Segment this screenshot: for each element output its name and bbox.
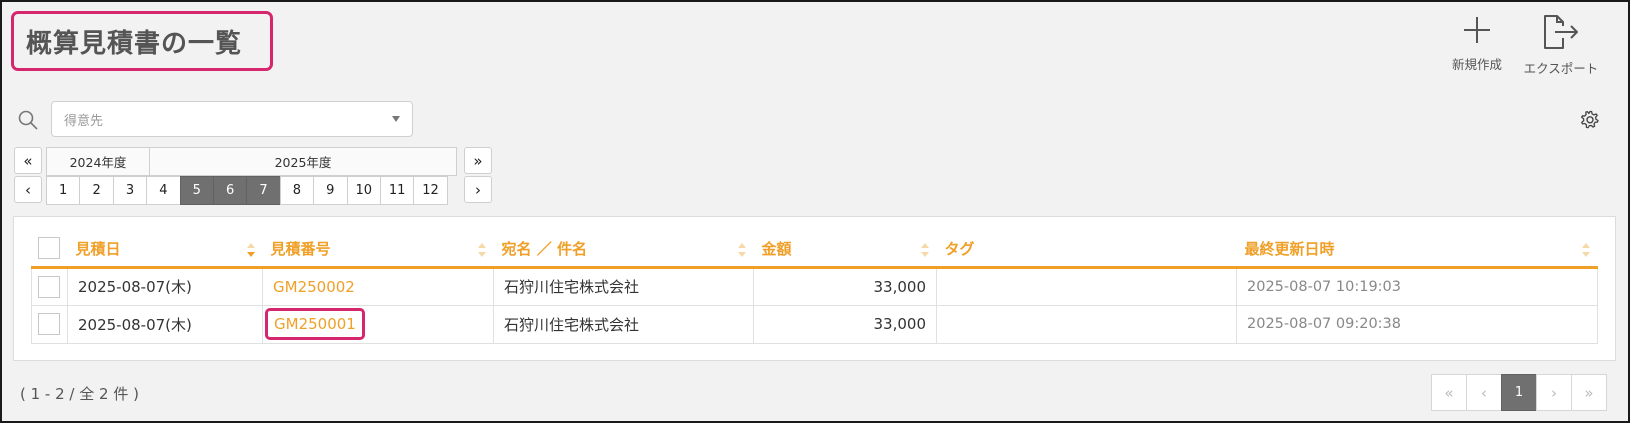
column-header-date[interactable]: 見積日 [67, 231, 263, 269]
sort-icon [737, 243, 746, 257]
month-cell-6[interactable]: 6 [212, 176, 248, 205]
month-cell-2[interactable]: 2 [79, 176, 114, 205]
export-button-label: エクスポート [1523, 61, 1599, 76]
cell-number: GM250001 [262, 304, 494, 344]
year-row: 2024年度 2025年度 [46, 147, 457, 176]
month-cell-10[interactable]: 10 [346, 176, 381, 205]
month-row: 1 2 3 4 5 6 7 8 9 10 11 12 [46, 176, 448, 205]
cell-recipient: 石狩川住宅株式会社 [493, 304, 754, 344]
column-header-tag[interactable]: タグ [936, 231, 1237, 269]
table-row[interactable]: 2025-08-07(木) GM250002 石狩川住宅株式会社 33,000 … [31, 266, 1598, 306]
column-header-number[interactable]: 見積番号 [262, 231, 494, 269]
column-header-updated[interactable]: 最終更新日時 [1236, 231, 1598, 269]
estimates-table: 見積日 見積番号 宛名 ／ 件名 金額 タグ 最終更新日時 2025-08-07… [31, 231, 1598, 344]
cell-number: GM250002 [262, 266, 494, 306]
pagination: « ‹ 1 › » [1431, 374, 1607, 411]
month-cell-11[interactable]: 11 [379, 176, 415, 205]
month-cell-1[interactable]: 1 [46, 176, 81, 205]
table-row[interactable]: 2025-08-07(木) GM250001 石狩川住宅株式会社 33,000 … [31, 304, 1598, 344]
prev-month-button[interactable]: ‹ [14, 176, 42, 203]
column-header-amount[interactable]: 金額 [753, 231, 937, 269]
estimate-number-link[interactable]: GM250002 [273, 278, 355, 296]
new-button-label: 新規作成 [1451, 57, 1502, 72]
sort-icon [246, 243, 255, 257]
caret-down-icon [392, 116, 400, 122]
month-cell-5[interactable]: 5 [179, 176, 214, 205]
search-icon [18, 110, 38, 130]
month-cell-4[interactable]: 4 [146, 176, 181, 205]
cell-tag [936, 304, 1237, 344]
estimate-number-link[interactable]: GM250001 [274, 315, 356, 333]
cell-amount: 33,000 [753, 304, 937, 344]
cell-date: 2025-08-07(木) [67, 266, 263, 306]
select-all-checkbox[interactable] [37, 237, 60, 260]
cell-tag [936, 266, 1237, 306]
sort-icon [477, 243, 486, 257]
month-cell-3[interactable]: 3 [112, 176, 148, 205]
cell-date: 2025-08-07(木) [67, 304, 263, 344]
table-header-row: 見積日 見積番号 宛名 ／ 件名 金額 タグ 最終更新日時 [31, 231, 1598, 269]
prev-page-button[interactable]: ‹ [1466, 374, 1502, 411]
next-month-button[interactable]: › [464, 176, 492, 203]
cell-recipient: 石狩川住宅株式会社 [493, 266, 754, 306]
highlight-box: GM250001 [265, 308, 365, 340]
new-button[interactable]: 新規作成 [1447, 14, 1507, 73]
export-button[interactable]: エクスポート [1518, 14, 1604, 77]
estimates-table-panel: 見積日 見積番号 宛名 ／ 件名 金額 タグ 最終更新日時 2025-08-07… [13, 216, 1616, 361]
next-year-button[interactable]: » [464, 147, 492, 174]
sort-icon [920, 243, 929, 257]
first-page-button[interactable]: « [1431, 374, 1467, 411]
page-title: 概算見積書の一覧 [26, 28, 243, 59]
select-all-checkbox-cell [31, 231, 68, 269]
month-cell-9[interactable]: 9 [313, 176, 348, 205]
month-cell-8[interactable]: 8 [279, 176, 315, 205]
prev-year-button[interactable]: « [14, 147, 42, 174]
page-title-box: 概算見積書の一覧 [11, 11, 273, 71]
export-icon [1544, 15, 1578, 49]
row-checkbox[interactable] [38, 313, 60, 335]
cell-updated: 2025-08-07 10:19:03 [1236, 266, 1598, 306]
month-cell-12[interactable]: 12 [413, 176, 448, 205]
result-count: ( 1 - 2 / 全 2 件 ) [20, 385, 139, 403]
month-cell-7[interactable]: 7 [246, 176, 281, 205]
cell-amount: 33,000 [753, 266, 937, 306]
page-1-button[interactable]: 1 [1501, 374, 1537, 411]
row-checkbox-cell [31, 304, 68, 344]
year-2025[interactable]: 2025年度 [149, 147, 457, 176]
gear-icon[interactable] [1580, 110, 1600, 130]
customer-select-placeholder: 得意先 [64, 113, 104, 129]
next-page-button[interactable]: › [1536, 374, 1572, 411]
column-header-recipient[interactable]: 宛名 ／ 件名 [493, 231, 754, 269]
row-checkbox[interactable] [38, 275, 60, 298]
year-2024[interactable]: 2024年度 [46, 147, 150, 176]
customer-select[interactable]: 得意先 [51, 101, 413, 137]
row-checkbox-cell [31, 266, 68, 306]
plus-icon [1464, 17, 1490, 43]
last-page-button[interactable]: » [1571, 374, 1607, 411]
cell-updated: 2025-08-07 09:20:38 [1236, 304, 1598, 344]
sort-icon [1581, 243, 1590, 257]
